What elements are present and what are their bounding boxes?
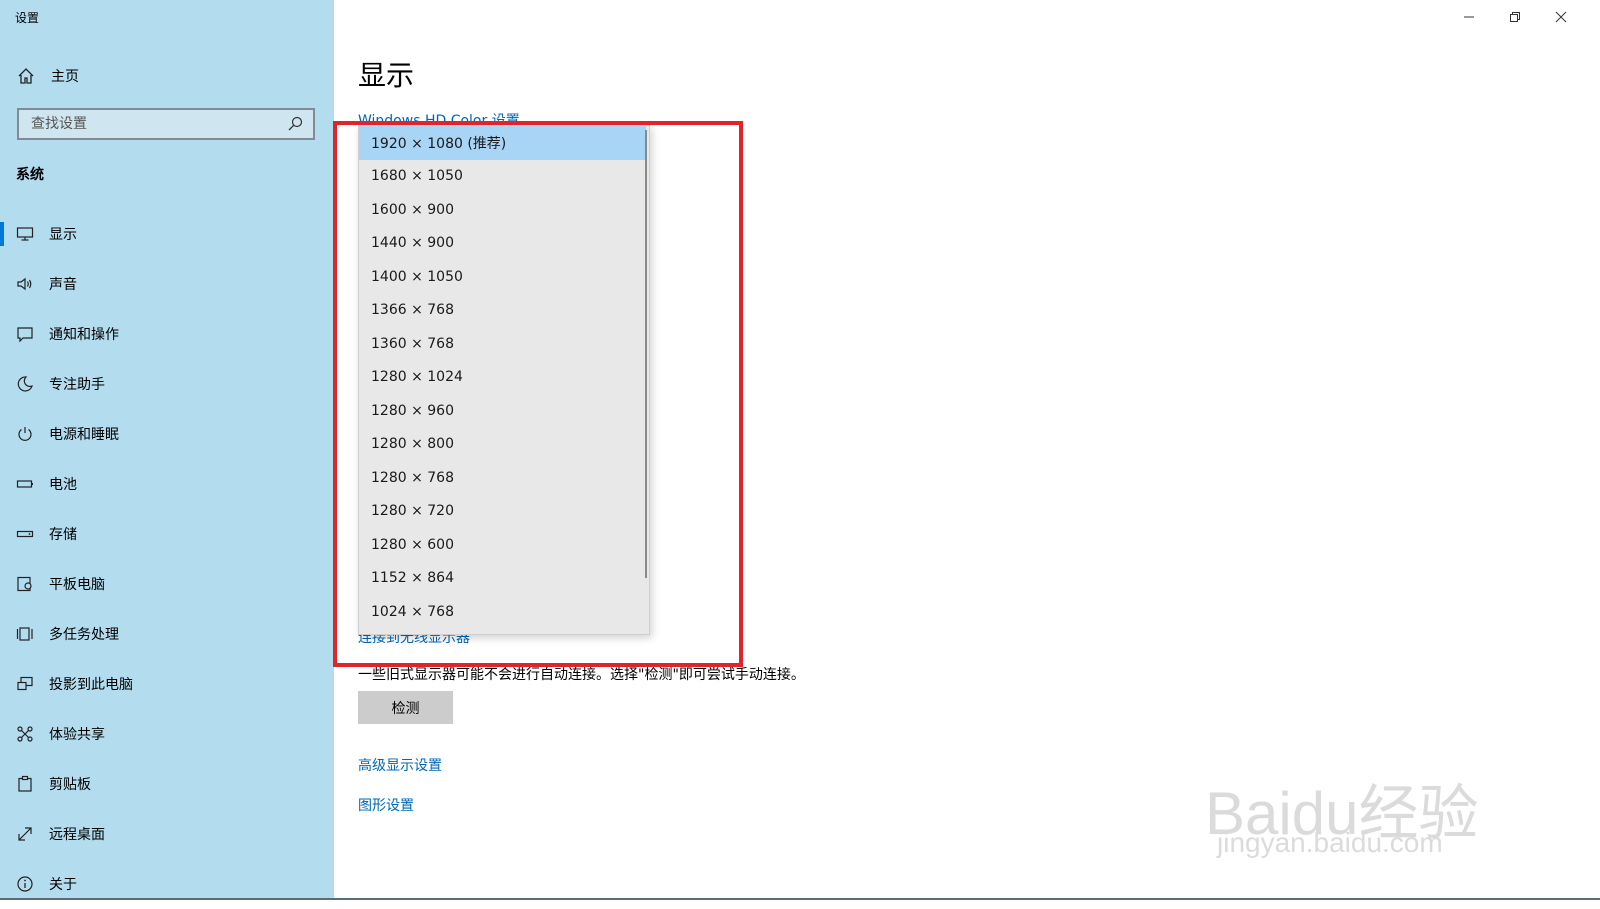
- graphics-settings-link[interactable]: 图形设置: [358, 795, 414, 815]
- watermark-url: jingyan.baidu.com: [1217, 827, 1443, 858]
- clipboard-icon: [18, 775, 32, 792]
- sidebar-item-storage[interactable]: 存储: [0, 509, 334, 559]
- monitor-icon: [16, 227, 34, 241]
- search-box[interactable]: [17, 108, 315, 140]
- window-controls: [1446, 6, 1584, 28]
- close-button[interactable]: [1538, 6, 1584, 28]
- sidebar: 设置 主页 系统 显示 声音 通知和操作 专注助手: [0, 0, 334, 900]
- sidebar-item-label: 平板电脑: [49, 577, 105, 593]
- sidebar-nav: 显示 声音 通知和操作 专注助手 电源和睡眠 电池 存储 平板电脑 多任务处理 …: [0, 209, 334, 909]
- sidebar-item-label: 显示: [49, 227, 77, 243]
- restore-icon: [1510, 12, 1520, 22]
- sidebar-item-label: 剪贴板: [49, 777, 91, 793]
- sidebar-item-project[interactable]: 投影到此电脑: [0, 659, 334, 709]
- search-icon[interactable]: [287, 116, 303, 132]
- sidebar-item-about[interactable]: 关于: [0, 859, 334, 909]
- minimize-button[interactable]: [1446, 6, 1492, 28]
- share-icon: [17, 726, 33, 742]
- sidebar-item-label: 投影到此电脑: [49, 677, 133, 693]
- sidebar-item-notifications[interactable]: 通知和操作: [0, 309, 334, 359]
- sidebar-item-label: 多任务处理: [49, 627, 119, 643]
- sidebar-item-focus-assist[interactable]: 专注助手: [0, 359, 334, 409]
- sidebar-item-label: 电池: [49, 477, 77, 493]
- project-icon: [17, 676, 33, 691]
- speaker-icon: [17, 277, 32, 291]
- search-input[interactable]: [29, 115, 287, 133]
- tablet-icon: [17, 576, 32, 592]
- baidu-watermark: Baidu经验 jingyan.baidu.com: [1205, 735, 1505, 865]
- power-icon: [18, 427, 32, 441]
- sidebar-item-label: 电源和睡眠: [49, 427, 119, 443]
- sidebar-item-label: 存储: [49, 527, 77, 543]
- section-label-system: 系统: [16, 167, 44, 183]
- sidebar-item-label: 声音: [49, 277, 77, 293]
- detect-hint-text: 一些旧式显示器可能不会进行自动连接。选择"检测"即可尝试手动连接。: [358, 667, 805, 683]
- sidebar-item-tablet[interactable]: 平板电脑: [0, 559, 334, 609]
- sidebar-item-label: 专注助手: [49, 377, 105, 393]
- annotation-highlight-box: [333, 121, 743, 667]
- sidebar-item-label: 体验共享: [49, 727, 105, 743]
- restore-button[interactable]: [1492, 6, 1538, 28]
- advanced-display-settings-link[interactable]: 高级显示设置: [358, 755, 442, 775]
- sidebar-item-label: 通知和操作: [49, 327, 119, 343]
- sidebar-item-label: 关于: [49, 877, 77, 893]
- sidebar-item-sound[interactable]: 声音: [0, 259, 334, 309]
- sidebar-item-shared-experiences[interactable]: 体验共享: [0, 709, 334, 759]
- sidebar-item-display[interactable]: 显示: [0, 209, 334, 259]
- remote-icon: [18, 827, 32, 841]
- app-title: 设置: [15, 11, 40, 25]
- sidebar-item-battery[interactable]: 电池: [0, 459, 334, 509]
- sidebar-item-power-sleep[interactable]: 电源和睡眠: [0, 409, 334, 459]
- page-title: 显示: [358, 59, 415, 92]
- multitask-icon: [16, 627, 33, 641]
- sidebar-home[interactable]: 主页: [17, 66, 79, 86]
- info-icon: [17, 876, 33, 892]
- detect-button[interactable]: 检测: [358, 691, 453, 724]
- sidebar-item-remote-desktop[interactable]: 远程桌面: [0, 809, 334, 859]
- battery-icon: [16, 480, 33, 488]
- sidebar-item-multitasking[interactable]: 多任务处理: [0, 609, 334, 659]
- sidebar-item-clipboard[interactable]: 剪贴板: [0, 759, 334, 809]
- moon-icon: [17, 376, 33, 392]
- sidebar-item-label: 远程桌面: [49, 827, 105, 843]
- storage-icon: [16, 530, 34, 538]
- notification-icon: [17, 327, 33, 343]
- sidebar-home-label: 主页: [51, 69, 79, 85]
- close-icon: [1555, 11, 1567, 23]
- home-icon: [18, 68, 34, 84]
- minimize-icon: [1464, 16, 1474, 18]
